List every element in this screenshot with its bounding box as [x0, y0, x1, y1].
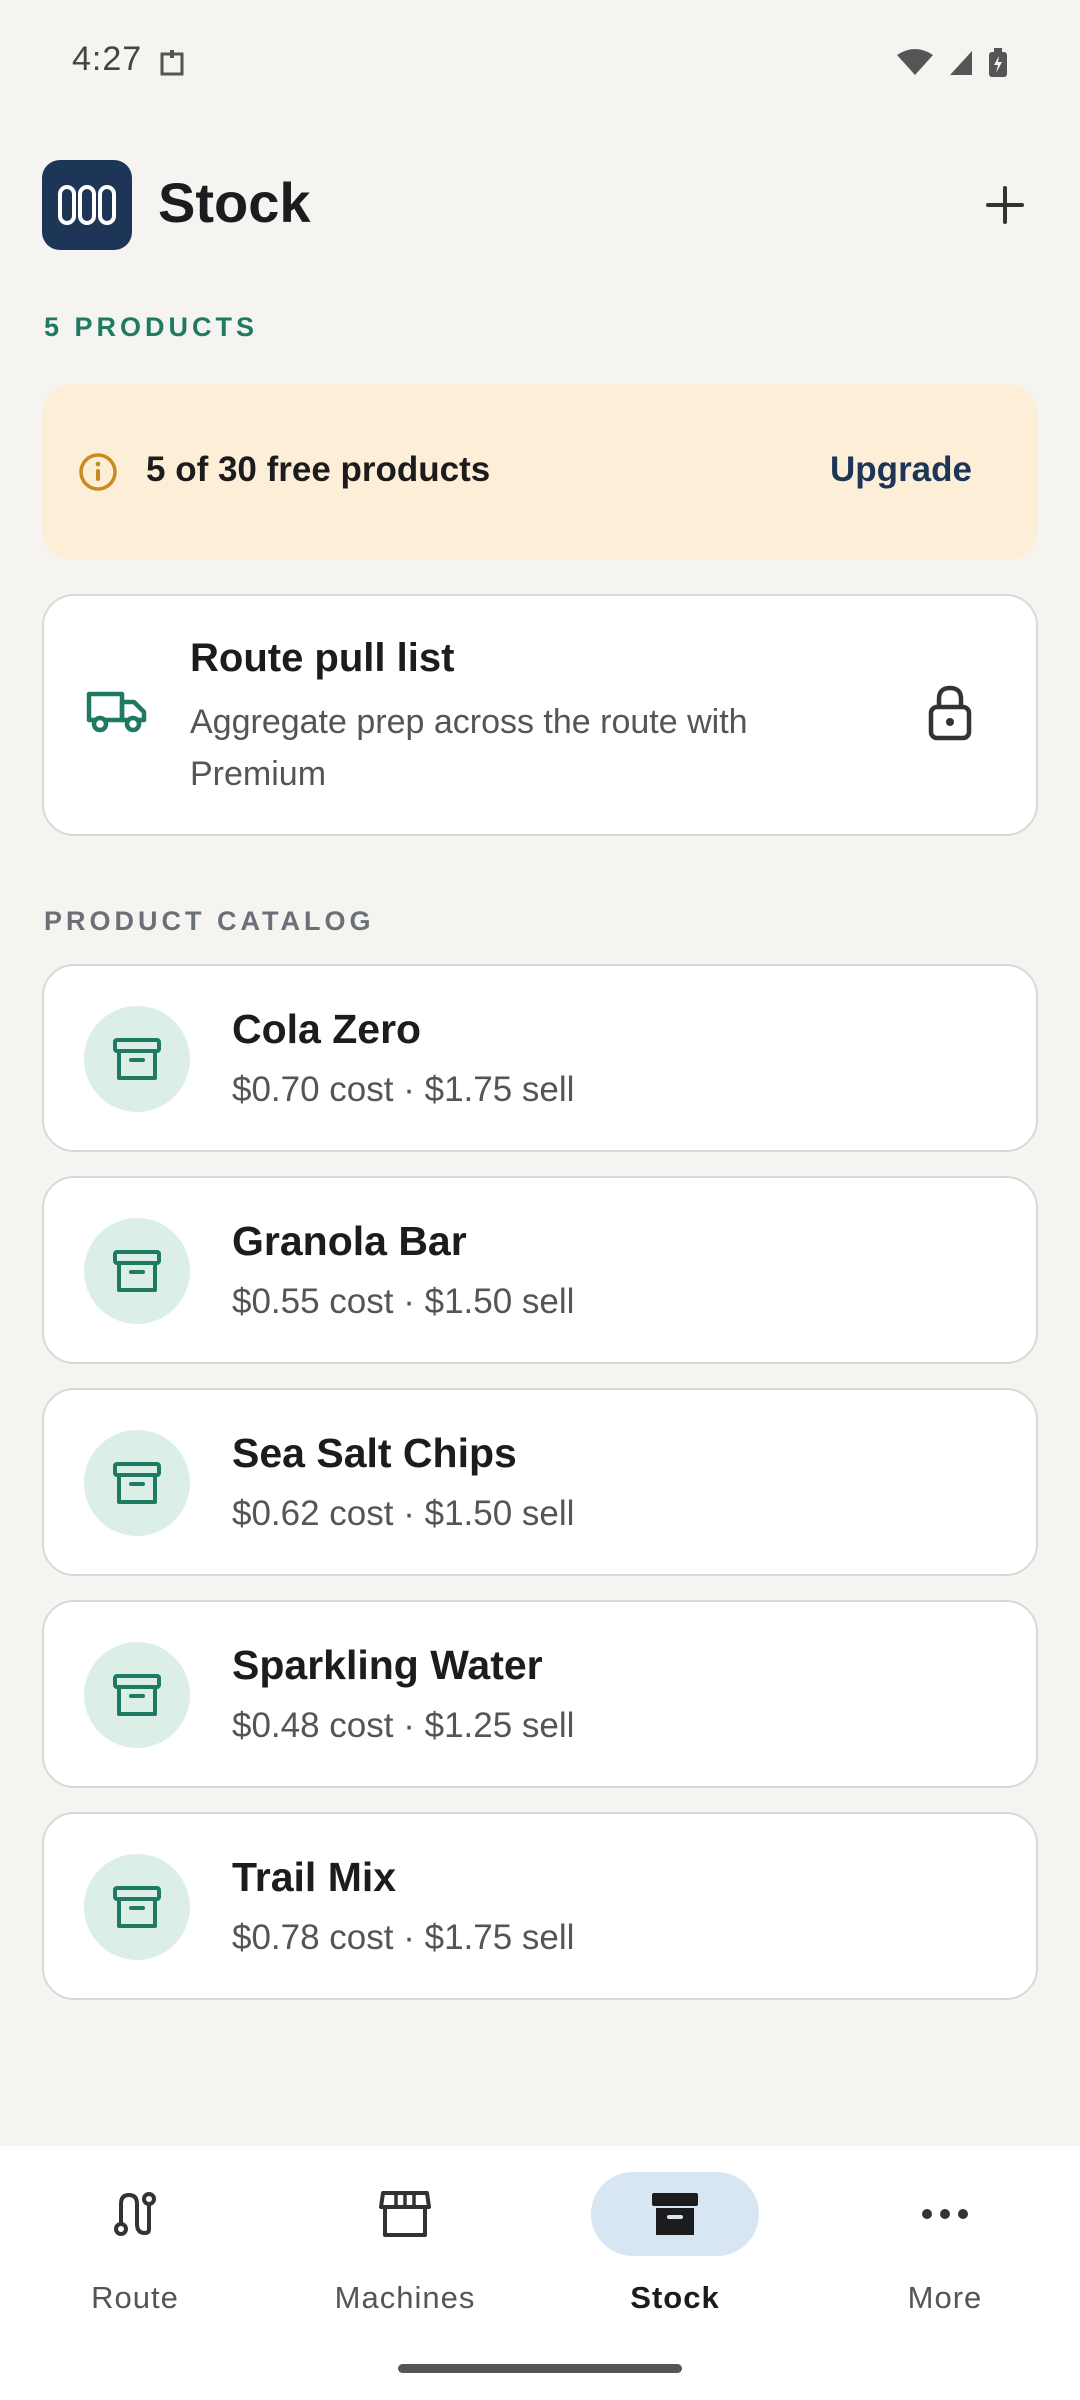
more-dots-icon [861, 2172, 1029, 2256]
status-bar: 4:27 [0, 0, 1080, 120]
product-name: Cola Zero [232, 1006, 422, 1052]
product-name: Granola Bar [232, 1218, 467, 1264]
nav-item-machines[interactable]: Machines [270, 2172, 540, 2352]
archive-box-icon [84, 1218, 190, 1324]
product-price: $0.62 cost · $1.50 sell [232, 1494, 575, 1533]
notification-icon [160, 50, 190, 81]
product-name: Sparkling Water [232, 1642, 543, 1688]
app-logo [42, 160, 132, 250]
product-card[interactable]: Granola Bar $0.55 cost · $1.50 sell [42, 1176, 1038, 1364]
product-list: Cola Zero $0.70 cost · $1.75 sell Granol… [42, 964, 1038, 2024]
info-icon [78, 452, 118, 497]
lock-icon [926, 684, 974, 747]
nav-label: Machines [334, 2280, 476, 2315]
nav-item-stock[interactable]: Stock [540, 2172, 810, 2352]
page-title: Stock [158, 171, 311, 234]
pull-list-description: Aggregate prep across the route with Pre… [190, 703, 748, 793]
nav-item-more[interactable]: More [810, 2172, 1080, 2352]
route-icon [51, 2172, 219, 2256]
nav-label: More [907, 2280, 983, 2315]
wifi-icon [896, 49, 934, 82]
banner-text: 5 of 30 free products [146, 450, 491, 489]
home-indicator[interactable] [398, 2364, 682, 2373]
product-price: $0.70 cost · $1.75 sell [232, 1070, 575, 1109]
archive-box-icon [591, 2172, 759, 2256]
status-icons [896, 48, 1008, 83]
archive-box-icon [84, 1430, 190, 1536]
plus-icon [986, 186, 1024, 224]
route-pull-list-card[interactable]: Route pull list Aggregate prep across th… [42, 594, 1038, 836]
pull-list-title: Route pull list [190, 636, 455, 680]
upgrade-banner: 5 of 30 free products Upgrade [42, 384, 1038, 560]
product-card[interactable]: Trail Mix $0.78 cost · $1.75 sell [42, 1812, 1038, 2000]
battery-icon [988, 48, 1008, 83]
add-product-button[interactable] [972, 172, 1038, 238]
archive-box-icon [84, 1006, 190, 1112]
signal-icon [948, 49, 974, 82]
app-header: Stock [42, 160, 1038, 250]
storefront-icon [321, 2172, 489, 2256]
product-price: $0.55 cost · $1.50 sell [232, 1282, 575, 1321]
catalog-section-label: PRODUCT CATALOG [44, 906, 375, 936]
product-card[interactable]: Sparkling Water $0.48 cost · $1.25 sell [42, 1600, 1038, 1788]
archive-box-icon [84, 1854, 190, 1960]
upgrade-button[interactable]: Upgrade [830, 450, 972, 490]
product-card[interactable]: Sea Salt Chips $0.62 cost · $1.50 sell [42, 1388, 1038, 1576]
product-price: $0.78 cost · $1.75 sell [232, 1918, 575, 1957]
product-count: 5 PRODUCTS [44, 312, 259, 342]
nav-label: Stock [630, 2280, 720, 2315]
product-price: $0.48 cost · $1.25 sell [232, 1706, 575, 1745]
product-card[interactable]: Cola Zero $0.70 cost · $1.75 sell [42, 964, 1038, 1152]
product-name: Trail Mix [232, 1854, 397, 1900]
nav-label: Route [91, 2280, 179, 2315]
status-time: 4:27 [72, 40, 143, 78]
archive-box-icon [84, 1642, 190, 1748]
bottom-navigation: Route Machines Stock More [0, 2146, 1080, 2400]
product-name: Sea Salt Chips [232, 1430, 517, 1476]
truck-icon [86, 688, 148, 739]
nav-item-route[interactable]: Route [0, 2172, 270, 2352]
